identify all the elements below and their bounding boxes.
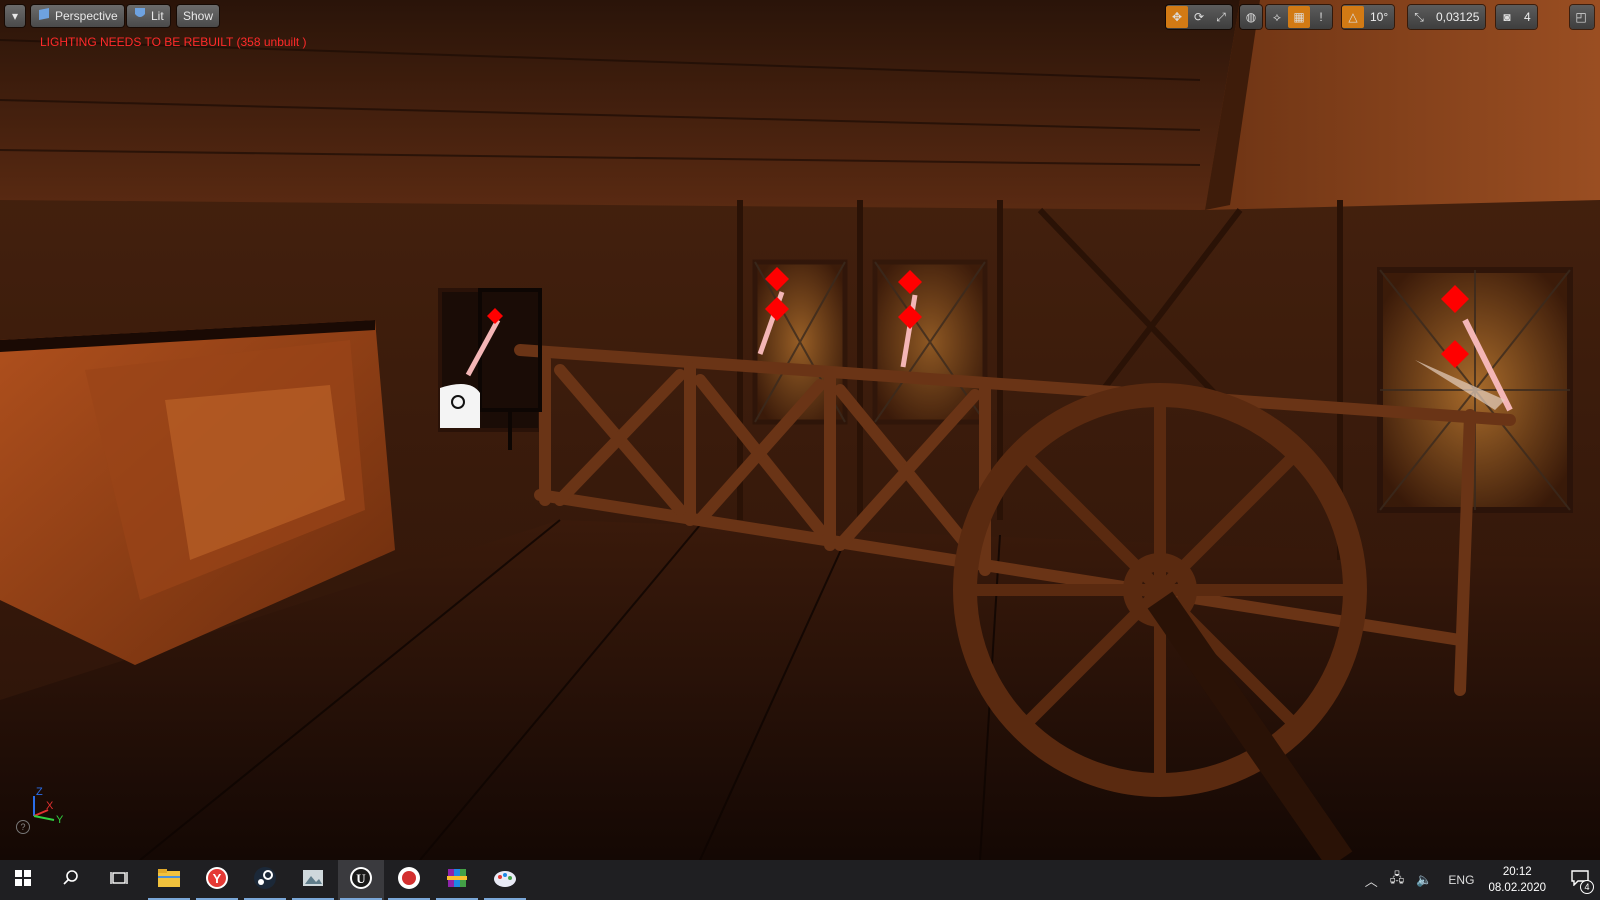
winrar-button[interactable] [434,860,480,900]
file-explorer-button[interactable] [146,860,192,900]
network-icon[interactable]: 🖧 [1390,869,1405,891]
yandex-browser-button[interactable]: Y [194,860,240,900]
photos-button[interactable] [290,860,336,900]
scene-render[interactable] [0,0,1600,860]
file-explorer-icon [158,868,180,892]
scale-snap-value[interactable]: 0,03125 [1430,10,1485,24]
clock[interactable]: 20:12 08.02.2020 [1488,864,1546,896]
show-hidden-icons-icon[interactable]: ︿ [1365,871,1378,890]
windows-start-icon [15,869,31,891]
svg-text:U: U [356,871,366,886]
clock-date: 08.02.2020 [1488,882,1546,894]
lit-label: Lit [151,9,164,23]
view-mode-button[interactable]: Lit [127,5,170,27]
scale-snap-group: ⤡ 0,03125 [1408,5,1486,29]
start-button[interactable] [0,860,46,900]
axis-x-label: X [46,800,54,812]
level-viewport[interactable]: ▾ Perspective Lit Show LIGHTING NEEDS TO… [0,0,1600,860]
camera-speed-value[interactable]: 4 [1518,10,1537,24]
task-view-icon [110,870,128,891]
perspective-button[interactable]: Perspective [31,5,124,27]
search-button[interactable] [48,860,94,900]
volume-icon[interactable]: 🔈 [1416,872,1432,888]
show-button[interactable]: Show [177,5,220,27]
rotate-icon[interactable]: ⟳ [1188,6,1210,28]
screen-recorder-icon [397,866,421,895]
svg-text:Y: Y [213,871,222,886]
rotation-snap-icon[interactable]: △ [1342,6,1364,28]
rotation-snap-group: △ 10° [1342,5,1395,29]
clock-time: 20:12 [1502,866,1532,878]
world-globe-icon[interactable]: ◍ [1240,6,1262,28]
maximize-viewport-group: ◰ [1570,5,1594,29]
taskbar: Y U ︿ 🖧 🔈 ENG 20:12 08.02.2020 4 [0,860,1600,900]
notification-count: 4 [1580,880,1594,894]
axis-widget: Z X Y ? [16,786,72,834]
perspective-cube-icon [37,5,51,27]
unreal-engine-icon: U [349,866,373,895]
surface-snap-icon[interactable]: ⟡ [1266,6,1288,28]
system-tray: ︿ 🖧 🔈 ENG 20:12 08.02.2020 4 [1359,860,1600,900]
paint-button[interactable] [482,860,528,900]
grid-snap-icon[interactable]: ▦ [1288,6,1310,28]
language-indicator[interactable]: ENG [1448,873,1474,887]
perspective-label: Perspective [55,9,118,23]
viewport-options-button[interactable]: ▾ [5,5,25,27]
scale-icon[interactable]: ⤢ [1210,6,1232,28]
steam-icon [253,866,277,895]
chevron-down-icon: ▾ [11,9,19,23]
translate-icon[interactable]: ✥ [1166,6,1188,28]
unreal-engine-button[interactable]: U [338,860,384,900]
show-label: Show [183,9,214,23]
camera-speed-group: ◙ 4 [1496,5,1537,29]
help-icon[interactable]: ? [16,820,30,834]
maximize-viewport-icon[interactable]: ◰ [1570,6,1592,28]
photos-icon [302,868,324,893]
paint-icon [493,867,517,894]
task-view-button[interactable] [96,860,142,900]
camera-icon[interactable]: ◙ [1496,6,1518,28]
coordinate-system-group: ◍ [1240,5,1262,29]
lighting-warning: LIGHTING NEEDS TO BE REBUILT (358 unbuil… [40,35,307,49]
lit-sphere-icon [133,5,147,27]
steam-button[interactable] [242,860,288,900]
search-icon [62,869,80,892]
screen-recorder-button[interactable] [386,860,432,900]
axis-y-label: Y [56,814,64,826]
winrar-icon [446,867,468,894]
rotation-snap-value[interactable]: 10° [1364,10,1394,24]
grid-snap-group: ⟡ ▦ ! [1266,5,1332,29]
transform-tools-group: ✥ ⟳ ⤢ [1166,5,1232,29]
scale-snap-icon[interactable]: ⤡ [1408,6,1430,28]
grid-size-icon[interactable]: ! [1310,6,1332,28]
yandex-browser-icon: Y [205,866,229,895]
notification-center-button[interactable]: 4 [1560,860,1600,900]
axis-z-label: Z [36,786,43,798]
